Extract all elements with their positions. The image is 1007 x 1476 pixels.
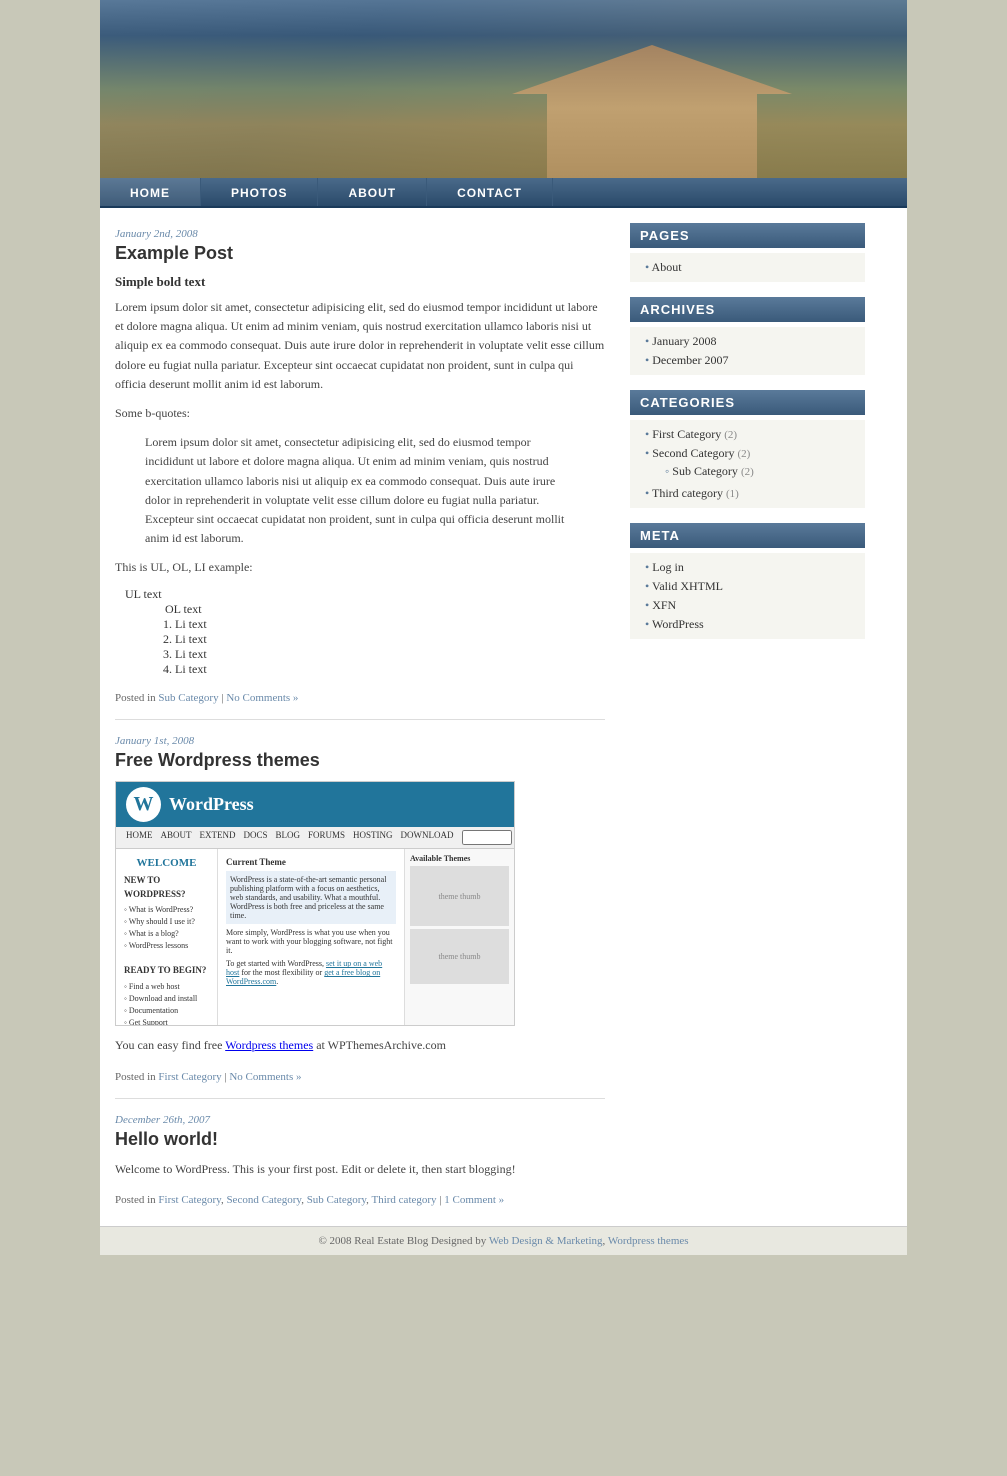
- meta-xhtml-link[interactable]: Valid XHTML: [652, 579, 723, 593]
- list-item: Li text: [175, 662, 605, 677]
- post-3: December 26th, 2007 Hello world! Welcome…: [115, 1114, 605, 1206]
- header-image: [100, 0, 907, 178]
- post-1-comments-link[interactable]: No Comments »: [226, 692, 298, 704]
- subcategory-list: Sub Category (2): [645, 461, 860, 482]
- post-1-title: Example Post: [115, 243, 605, 264]
- post-2-comments-link[interactable]: No Comments »: [229, 1071, 301, 1083]
- wordpress-screenshot: W WordPress HOMEABOUTEXTENDDOCSBLOGFORUM…: [115, 781, 515, 1026]
- site-header: [100, 0, 907, 178]
- footer-link-themes[interactable]: Wordpress themes: [608, 1235, 689, 1247]
- meta-xfn: XFN: [645, 596, 860, 615]
- post-2-meta: Posted in First Category | No Comments »: [115, 1066, 605, 1083]
- category-first-count: (2): [724, 429, 737, 441]
- ul-label: UL text: [125, 587, 605, 602]
- post-3-cat-2[interactable]: Second Category: [226, 1194, 301, 1206]
- archives-list: January 2008 December 2007: [630, 327, 865, 375]
- post-2: January 1st, 2008 Free Wordpress themes …: [115, 735, 605, 1082]
- category-second: Second Category (2) Sub Category (2): [645, 444, 860, 484]
- posted-in-label-2: Posted in: [115, 1071, 156, 1083]
- post-2-date: January 1st, 2008: [115, 735, 605, 747]
- category-third-count: (1): [726, 488, 739, 500]
- post-3-date: December 26th, 2007: [115, 1114, 605, 1126]
- nav-contact[interactable]: CONTACT: [427, 178, 553, 206]
- category-third: Third category (1): [645, 484, 860, 503]
- post-3-title: Hello world!: [115, 1129, 605, 1150]
- post-3-body: Welcome to WordPress. This is your first…: [115, 1160, 605, 1179]
- post-divider-2: [115, 1098, 605, 1099]
- meta-wordpress: WordPress: [645, 615, 860, 634]
- meta-xhtml: Valid XHTML: [645, 577, 860, 596]
- archives-item-dec: December 2007: [645, 351, 860, 370]
- archives-header: ARCHIVES: [630, 297, 865, 322]
- post-1-bq-label: Some b-quotes:: [115, 404, 605, 423]
- post-2-title: Free Wordpress themes: [115, 750, 605, 771]
- page-wrapper: HOME PHOTOS ABOUT CONTACT January 2nd, 2…: [100, 0, 907, 1255]
- category-second-link[interactable]: Second Category: [652, 446, 734, 460]
- post-1: January 2nd, 2008 Example Post Simple bo…: [115, 228, 605, 704]
- post-1-meta: Posted in Sub Category | No Comments »: [115, 687, 605, 704]
- nav-home[interactable]: HOME: [100, 178, 201, 206]
- post-divider-1: [115, 719, 605, 720]
- subcategory-count: (2): [741, 466, 754, 478]
- pages-section: PAGES About: [630, 223, 865, 282]
- list-item: Li text: [175, 617, 605, 632]
- meta-login-link[interactable]: Log in: [652, 560, 684, 574]
- pages-list: About: [630, 253, 865, 282]
- post-3-cat-3[interactable]: Sub Category: [307, 1194, 366, 1206]
- category-second-count: (2): [738, 448, 751, 460]
- categories-header: CATEGORIES: [630, 390, 865, 415]
- post-1-category-link[interactable]: Sub Category: [158, 692, 218, 704]
- main-content: January 2nd, 2008 Example Post Simple bo…: [100, 218, 620, 1216]
- meta-wordpress-link[interactable]: WordPress: [652, 617, 704, 631]
- post-1-date: January 2nd, 2008: [115, 228, 605, 240]
- main-nav: HOME PHOTOS ABOUT CONTACT: [100, 178, 907, 208]
- archives-item-jan: January 2008: [645, 332, 860, 351]
- post-3-comments-link[interactable]: 1 Comment »: [444, 1194, 504, 1206]
- footer-link-design[interactable]: Web Design & Marketing: [489, 1235, 603, 1247]
- post-3-meta: Posted in First Category, Second Categor…: [115, 1189, 605, 1206]
- meta-header: META: [630, 523, 865, 548]
- list-item: Li text: [175, 647, 605, 662]
- wordpress-themes-link[interactable]: Wordpress themes: [225, 1038, 313, 1052]
- sidebar: PAGES About ARCHIVES January 2008 Decemb…: [620, 218, 875, 1216]
- post-1-blockquote: Lorem ipsum dolor sit amet, consectetur …: [135, 433, 585, 548]
- pages-item-about: About: [645, 258, 860, 277]
- subcategory-link[interactable]: Sub Category: [672, 464, 738, 478]
- meta-xfn-link[interactable]: XFN: [652, 598, 676, 612]
- post-2-category-link[interactable]: First Category: [158, 1071, 221, 1083]
- archives-section: ARCHIVES January 2008 December 2007: [630, 297, 865, 375]
- pages-header: PAGES: [630, 223, 865, 248]
- list-example: UL text OL text Li text Li text Li text …: [115, 587, 605, 677]
- archives-jan-link[interactable]: January 2008: [652, 334, 716, 348]
- site-footer: © 2008 Real Estate Blog Designed by Web …: [100, 1226, 907, 1255]
- nav-photos[interactable]: PHOTOS: [201, 178, 318, 206]
- ol-label: OL text: [165, 602, 605, 617]
- posted-in-label-3: Posted in: [115, 1194, 156, 1206]
- categories-section: CATEGORIES First Category (2) Second Cat…: [630, 390, 865, 508]
- nav-about[interactable]: ABOUT: [318, 178, 427, 206]
- subcategory-item: Sub Category (2): [665, 463, 860, 480]
- list-item: Li text: [175, 632, 605, 647]
- posted-in-label: Posted in: [115, 692, 156, 704]
- meta-list: Log in Valid XHTML XFN WordPress: [630, 553, 865, 639]
- post-1-list-label: This is UL, OL, LI example:: [115, 558, 605, 577]
- archives-dec-link[interactable]: December 2007: [652, 353, 728, 367]
- category-first: First Category (2): [645, 425, 860, 444]
- categories-list: First Category (2) Second Category (2) S…: [630, 420, 865, 508]
- category-first-link[interactable]: First Category: [652, 427, 721, 441]
- post-3-cat-1[interactable]: First Category: [158, 1194, 221, 1206]
- meta-login: Log in: [645, 558, 860, 577]
- post-1-body: Lorem ipsum dolor sit amet, consectetur …: [115, 298, 605, 394]
- post-2-body: You can easy find free Wordpress themes …: [115, 1036, 605, 1055]
- content-area: January 2nd, 2008 Example Post Simple bo…: [100, 208, 907, 1226]
- post-3-cat-4[interactable]: Third category: [371, 1194, 436, 1206]
- category-third-link[interactable]: Third category: [652, 486, 723, 500]
- ordered-list: Li text Li text Li text Li text: [175, 617, 605, 677]
- meta-section: META Log in Valid XHTML XFN WordPress: [630, 523, 865, 639]
- footer-copy: © 2008 Real Estate Blog Designed by: [318, 1235, 486, 1247]
- post-1-subtitle: Simple bold text: [115, 274, 605, 290]
- pages-about-link[interactable]: About: [652, 260, 682, 274]
